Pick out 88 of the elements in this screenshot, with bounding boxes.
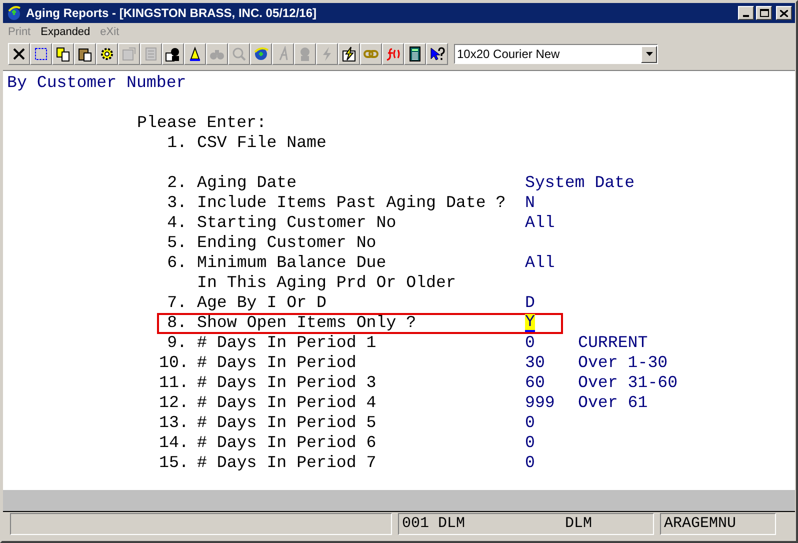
item-number: 1. — [166, 133, 187, 153]
copy-icon — [55, 46, 71, 62]
item-number: 10. — [159, 353, 187, 373]
close-icon — [780, 10, 788, 16]
item-label: # Days In Period 7 — [197, 453, 378, 473]
item-number: 14. — [159, 433, 187, 453]
maximize-button[interactable] — [756, 6, 772, 20]
item-label: Minimum Balance Due — [197, 253, 388, 273]
toolbar-button[interactable] — [250, 43, 272, 65]
item-value: All — [525, 213, 555, 233]
document-icon — [143, 46, 159, 62]
gear-icon — [99, 46, 115, 62]
minimize-button[interactable] — [738, 6, 754, 20]
calculator-icon — [407, 46, 423, 62]
item-number: 15. — [159, 453, 187, 473]
toolbar-button[interactable] — [74, 43, 96, 65]
item-value: 60 — [525, 373, 545, 393]
window-title: Aging Reports - [KINGSTON BRASS, INC. 05/12/16] — [26, 5, 316, 22]
item-number: 11. — [159, 373, 187, 393]
item-label: # Days In Period 5 — [197, 413, 378, 433]
item-label: Ending Customer No — [197, 233, 378, 253]
globe-icon — [253, 46, 269, 62]
item-label: Include Items Past Aging Date ? — [197, 193, 507, 213]
item-note: Over 31-60 — [578, 373, 678, 393]
toolbar-button[interactable] — [404, 43, 426, 65]
item-value: N — [525, 193, 535, 213]
status-text: ARAGEMNU — [664, 514, 736, 534]
screen-heading: By Customer Number — [7, 73, 186, 93]
toolbar-button[interactable] — [184, 43, 206, 65]
toolbar-button[interactable] — [338, 43, 360, 65]
close-button[interactable] — [776, 6, 792, 20]
globe-icon — [6, 5, 22, 21]
status-text: 001 DLM — [402, 514, 466, 534]
toolbar-button[interactable] — [162, 43, 184, 65]
item-label: CSV File Name — [197, 133, 328, 153]
lightning-icon — [341, 46, 357, 62]
paste-icon — [77, 46, 93, 62]
toolbar-button[interactable] — [8, 43, 30, 65]
item-label: # Days In Period — [197, 353, 358, 373]
item-value: 0 — [525, 413, 535, 433]
item-number: 2. — [166, 173, 187, 193]
item-number: 5. — [166, 233, 187, 253]
item-note: Over 1-30 — [578, 353, 668, 373]
close-icon — [11, 46, 27, 62]
magnifier-icon — [231, 46, 247, 62]
item-value: 999 — [525, 393, 555, 413]
item-number: 4. — [166, 213, 187, 233]
toolbar-button[interactable] — [52, 43, 74, 65]
item-value: D — [525, 293, 535, 313]
item-number: 13. — [159, 413, 187, 433]
item-label: # Days In Period 6 — [197, 433, 378, 453]
item-label: # Days In Period 1 — [197, 333, 378, 353]
function-icon — [385, 46, 401, 62]
prompt-text: Please Enter: — [137, 113, 266, 133]
item-value: 0 — [525, 433, 535, 453]
item-label: # Days In Period 4 — [197, 393, 378, 413]
item-label: Starting Customer No — [197, 213, 398, 233]
item-value: 0 — [525, 333, 535, 353]
dropdown-arrow-icon — [646, 52, 652, 56]
item-value: All — [525, 253, 555, 273]
properties-icon — [121, 46, 137, 62]
item-number: 6. — [166, 253, 187, 273]
item-value: 30 — [525, 353, 545, 373]
item-value: Y — [525, 314, 535, 332]
help-pointer-icon — [429, 46, 445, 62]
item-number: 7. — [166, 293, 187, 313]
item-number: 3. — [166, 193, 187, 213]
item-note: CURRENT — [578, 333, 648, 353]
item-value: 0 — [525, 453, 535, 473]
font-select[interactable]: 10x20 Courier New — [454, 44, 658, 64]
person-icon — [165, 46, 181, 62]
item-label: In This Aging Prd Or Older — [196, 273, 456, 293]
toolbar-button[interactable] — [30, 43, 52, 65]
item-label: Aging Date — [197, 173, 298, 193]
item-number: 12. — [159, 393, 187, 413]
item-number: 8. — [166, 313, 187, 333]
status-text: DLM — [565, 514, 592, 534]
selection-icon — [33, 46, 49, 62]
item-label: # Days In Period 3 — [197, 373, 378, 393]
menu-item[interactable]: Expanded — [40, 24, 90, 40]
item-value: System Date — [525, 173, 635, 193]
item-note: Over 61 — [578, 393, 648, 413]
item-label: Show Open Items Only ? — [197, 313, 418, 333]
bell-icon — [187, 46, 203, 62]
toolbar-button[interactable] — [96, 43, 118, 65]
item-label: Age By I Or D — [197, 293, 328, 313]
toolbar-button[interactable] — [426, 43, 448, 65]
item-number: 9. — [166, 333, 187, 353]
